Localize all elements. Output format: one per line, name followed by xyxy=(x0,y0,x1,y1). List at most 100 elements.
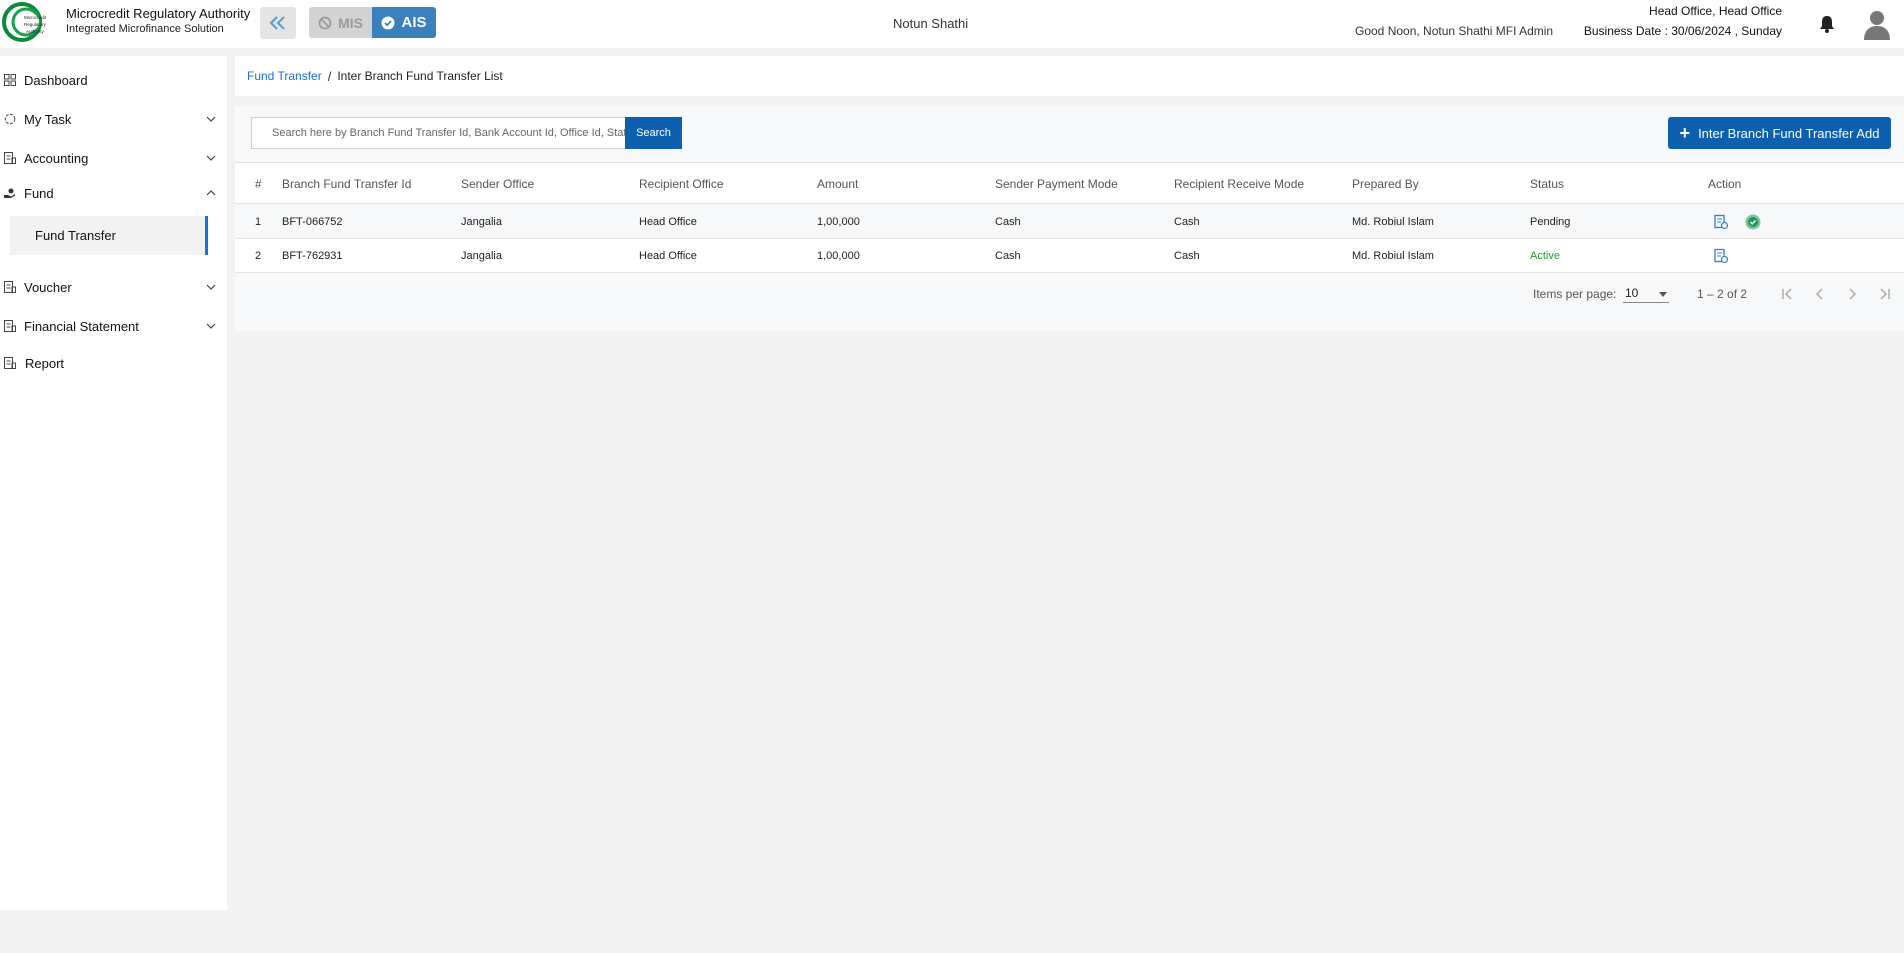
breadcrumb-link-fund-transfer[interactable]: Fund Transfer xyxy=(247,69,322,83)
first-page-icon[interactable] xyxy=(1779,285,1797,303)
document-icon xyxy=(4,320,16,332)
cell-sender-mode: Cash xyxy=(995,250,1021,262)
dropdown-arrow-icon xyxy=(1659,292,1667,297)
document-icon xyxy=(4,281,16,293)
sidebar-item-label: Report xyxy=(25,355,65,371)
ban-icon xyxy=(318,16,332,29)
task-icon xyxy=(4,113,16,125)
ais-label: AIS xyxy=(401,14,427,31)
next-page-icon[interactable] xyxy=(1843,285,1861,303)
table-header: # Branch Fund Transfer Id Sender Office … xyxy=(235,162,1904,204)
collapse-sidebar-button[interactable] xyxy=(260,7,296,39)
column-header[interactable]: Amount xyxy=(817,177,858,191)
page-range-label: 1 – 2 of 2 xyxy=(1697,287,1748,301)
add-button-label: Inter Branch Fund Transfer Add xyxy=(1698,125,1880,141)
table-row: 1 BFT-066752 Jangalia Head Office 1,00,0… xyxy=(235,205,1904,239)
cell-recipient-mode: Cash xyxy=(1174,250,1200,262)
table-row: 2 BFT-762931 Jangalia Head Office 1,00,0… xyxy=(235,239,1904,273)
approve-check-icon[interactable] xyxy=(1745,214,1761,230)
document-icon xyxy=(4,152,16,164)
column-header[interactable]: Status xyxy=(1530,177,1564,191)
cell-amount: 1,00,000 xyxy=(817,250,860,262)
user-avatar-icon[interactable] xyxy=(1862,8,1892,40)
column-header[interactable]: Recipient Receive Mode xyxy=(1174,177,1304,191)
cell-index: 2 xyxy=(255,250,262,262)
column-header[interactable]: Recipient Office xyxy=(639,177,724,191)
sidebar-item-financial-statement[interactable]: Financial Statement xyxy=(0,312,227,340)
sidebar-item-label: Dashboard xyxy=(24,72,88,88)
sidebar-item-fund[interactable]: Fund xyxy=(0,179,227,207)
breadcrumb: Fund Transfer / Inter Branch Fund Transf… xyxy=(235,56,1904,96)
cell-sender-office: Jangalia xyxy=(461,216,502,228)
cell-sender-mode: Cash xyxy=(995,216,1021,228)
cell-sender-office: Jangalia xyxy=(461,250,502,262)
search-input[interactable] xyxy=(251,117,627,149)
items-per-page-select[interactable]: 10 xyxy=(1623,285,1669,303)
breadcrumb-current: Inter Branch Fund Transfer List xyxy=(337,69,503,83)
sidebar: Dashboard My Task Accounting Fund Fund T… xyxy=(0,56,227,910)
column-header[interactable]: Branch Fund Transfer Id xyxy=(282,177,411,191)
brand-title: Microcredit Regulatory Authority xyxy=(66,6,251,21)
brand-subtitle: Integrated Microfinance Solution xyxy=(66,23,224,35)
document-icon xyxy=(4,357,16,369)
search-button[interactable]: Search xyxy=(625,117,682,149)
org-name: Notun Shathi xyxy=(893,16,969,31)
items-per-page-label: Items per page: xyxy=(1533,287,1617,301)
previous-page-icon[interactable] xyxy=(1811,285,1829,303)
sidebar-item-label: Voucher xyxy=(24,279,72,295)
chevron-down-icon xyxy=(206,323,216,329)
check-circle-icon xyxy=(381,16,395,29)
paginator: Items per page: 10 1 – 2 of 2 xyxy=(235,274,1904,314)
office-name: Head Office, Head Office xyxy=(1649,4,1782,18)
items-per-page-value: 10 xyxy=(1625,286,1639,300)
ais-toggle-button[interactable]: AIS xyxy=(372,7,436,38)
plus-icon: + xyxy=(1679,123,1691,143)
column-header[interactable]: Sender Payment Mode xyxy=(995,177,1118,191)
sidebar-item-accounting[interactable]: Accounting xyxy=(0,144,227,172)
chevron-down-icon xyxy=(206,116,216,122)
svg-text:Regulatory: Regulatory xyxy=(24,22,47,27)
svg-text:Authority: Authority xyxy=(26,29,45,34)
sidebar-item-voucher[interactable]: Voucher xyxy=(0,273,227,301)
cell-recipient-office: Head Office xyxy=(639,250,697,262)
sidebar-item-label: Fund xyxy=(24,185,54,201)
cell-status: Pending xyxy=(1530,216,1571,228)
column-header[interactable]: Prepared By xyxy=(1352,177,1419,191)
view-details-icon[interactable] xyxy=(1713,214,1729,230)
chevron-up-icon xyxy=(206,190,216,196)
business-date: Business Date : 30/06/2024 , Sunday xyxy=(1583,24,1782,38)
sidebar-subitem-label: Fund Transfer xyxy=(35,228,116,243)
chevron-down-icon xyxy=(206,284,216,290)
sidebar-item-report[interactable]: Report xyxy=(0,349,227,377)
top-header: Microcredit Regulatory Authority Microcr… xyxy=(0,0,1904,48)
cell-amount: 1,00,000 xyxy=(817,216,860,228)
hand-money-icon xyxy=(4,188,15,198)
cell-recipient-mode: Cash xyxy=(1174,216,1200,228)
sidebar-item-my-task[interactable]: My Task xyxy=(0,105,227,133)
sidebar-item-label: My Task xyxy=(24,111,72,127)
sidebar-subitem-fund-transfer[interactable]: Fund Transfer xyxy=(10,216,208,255)
view-details-icon[interactable] xyxy=(1713,248,1729,264)
column-header: Action xyxy=(1708,177,1742,191)
cell-prepared-by: Md. Robiul Islam xyxy=(1352,250,1434,262)
cell-transfer-id: BFT-066752 xyxy=(282,216,343,228)
chevron-down-icon xyxy=(206,155,216,161)
notification-bell-icon[interactable] xyxy=(1818,14,1836,34)
grid-icon xyxy=(4,74,16,86)
column-header: # xyxy=(255,177,262,191)
cell-index: 1 xyxy=(255,216,262,228)
fund-transfer-list-card: Search + Inter Branch Fund Transfer Add … xyxy=(235,106,1904,331)
mis-label: MIS xyxy=(338,14,363,31)
sidebar-item-label: Accounting xyxy=(24,150,89,166)
svg-text:Microcredit: Microcredit xyxy=(24,15,47,20)
column-header[interactable]: Sender Office xyxy=(461,177,534,191)
last-page-icon[interactable] xyxy=(1875,285,1893,303)
cell-recipient-office: Head Office xyxy=(639,216,697,228)
add-inter-branch-transfer-button[interactable]: + Inter Branch Fund Transfer Add xyxy=(1668,117,1891,149)
double-chevron-left-icon xyxy=(269,16,285,30)
cell-prepared-by: Md. Robiul Islam xyxy=(1352,216,1434,228)
cell-transfer-id: BFT-762931 xyxy=(282,250,343,262)
mra-logo: Microcredit Regulatory Authority xyxy=(2,2,47,42)
mis-toggle-button[interactable]: MIS xyxy=(309,7,372,38)
sidebar-item-dashboard[interactable]: Dashboard xyxy=(0,66,227,94)
